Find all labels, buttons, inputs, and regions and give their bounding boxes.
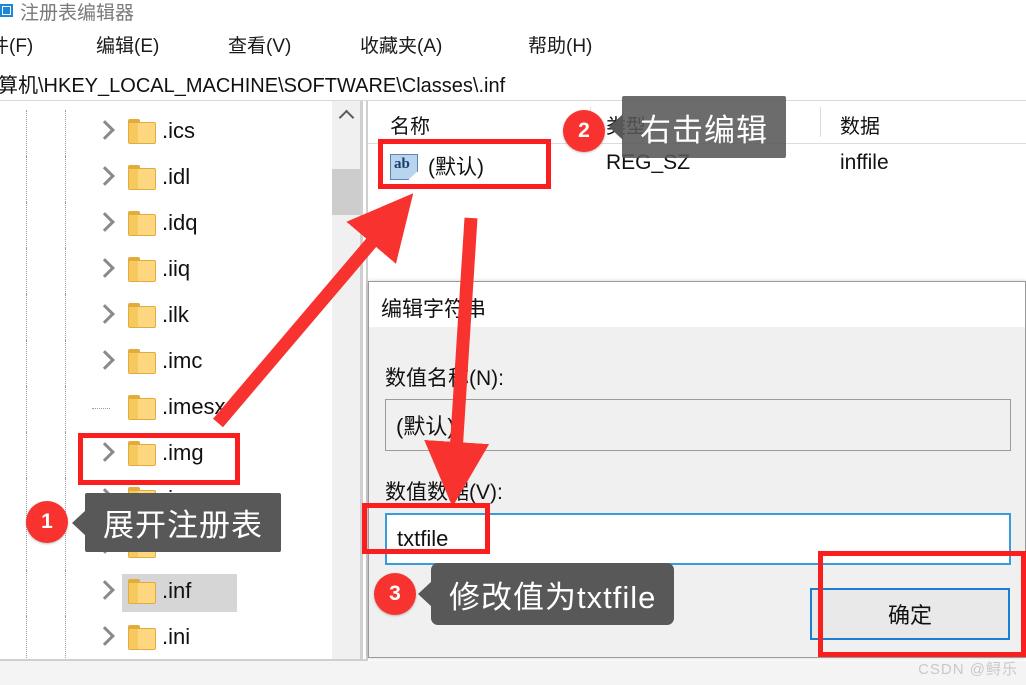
menu-favorites[interactable]: 收藏夹(A) [360, 31, 442, 58]
tree-guide-line [26, 294, 27, 340]
tree-item-label: .idq [162, 210, 198, 235]
tree-guide-line [65, 340, 66, 386]
tree-guide-line [65, 616, 66, 662]
folder-icon [128, 119, 156, 144]
chevron-right-icon[interactable] [95, 626, 115, 646]
tree-scrollbar[interactable] [332, 101, 360, 685]
folder-icon [128, 579, 156, 604]
column-header-name[interactable]: 名称 [390, 110, 430, 139]
cell-data: inffile [840, 151, 889, 174]
dialog-titlebar: 编辑字符串 [369, 282, 1025, 327]
tree-item-label: .idl [162, 164, 191, 189]
chevron-right-icon[interactable] [95, 350, 115, 370]
highlight-rect-value-data-input [362, 503, 490, 554]
tree-guide-line [26, 248, 27, 294]
tree-guide-line [26, 110, 27, 156]
tree-guide-line [26, 432, 27, 478]
folder-icon [128, 625, 156, 650]
highlight-rect-ok-button [818, 551, 1026, 657]
tree-item-label: .ini [162, 624, 191, 649]
tree-item-label: .ics [162, 118, 195, 143]
menu-help[interactable]: 帮助(H) [528, 31, 592, 58]
step-badge-1: 1 [26, 501, 68, 543]
step-badge-2: 2 [563, 110, 605, 152]
registry-tree-pane[interactable]: .ics.idl.idq.iiq.ilk.imc.imesx.img.in_.i… [0, 101, 330, 685]
folder-icon [128, 349, 156, 374]
tree-guide-line [65, 110, 66, 156]
tree-guide-line [26, 156, 27, 202]
tree-item-iiq[interactable]: .iiq [0, 248, 330, 294]
tree-leaf-connector [92, 408, 110, 409]
registry-editor-icon [0, 4, 13, 17]
menu-file[interactable]: 件(F) [0, 31, 33, 58]
step-callout-3-text: 修改值为txtfile [449, 579, 657, 615]
step-callout-3: 修改值为txtfile [418, 563, 675, 625]
tree-item-imc[interactable]: .imc [0, 340, 330, 386]
step-callout-2-text: 右击编辑 [640, 112, 768, 148]
step-badge-3: 3 [374, 573, 416, 615]
value-data-label: 数值数据(V): [385, 481, 503, 504]
tree-guide-line [65, 432, 66, 478]
pane-divider[interactable] [360, 101, 363, 685]
step-callout-1: 展开注册表 [72, 493, 281, 552]
registry-editor-window: 注册表编辑器 件(F) 编辑(E) 查看(V) 收藏夹(A) 帮助(H) 算机\… [0, 0, 1026, 685]
watermark: CSDN @鲟乐 [918, 661, 1018, 678]
tree-item-ilk[interactable]: .ilk [0, 294, 330, 340]
window-titlebar: 注册表编辑器 [0, 0, 1026, 24]
chevron-right-icon[interactable] [95, 304, 115, 324]
tree-guide-line [65, 248, 66, 294]
tree-guide-line [26, 570, 27, 616]
tree-guide-line [65, 570, 66, 616]
folder-icon [128, 395, 156, 420]
column-header-data[interactable]: 数据 [840, 110, 880, 139]
tree-item-label: .ilk [162, 302, 189, 327]
tree-guide-line [65, 386, 66, 432]
menu-edit[interactable]: 编辑(E) [96, 31, 159, 58]
scrollbar-thumb[interactable] [332, 169, 360, 215]
tree-guide-line [65, 202, 66, 248]
menubar: 件(F) 编辑(E) 查看(V) 收藏夹(A) 帮助(H) [0, 31, 1026, 64]
tree-item-label: .iiq [162, 256, 191, 281]
folder-icon [128, 257, 156, 282]
tree-item-inf[interactable]: .inf [0, 570, 330, 616]
address-bar[interactable]: 算机\HKEY_LOCAL_MACHINE\SOFTWARE\Classes\.… [0, 66, 1026, 101]
tree-guide-line [65, 156, 66, 202]
tree-item-label: .imc [162, 348, 203, 373]
tree-item-imesx[interactable]: .imesx [0, 386, 330, 432]
tree-guide-line [26, 386, 27, 432]
tree-item-label: .inf [162, 578, 192, 603]
highlight-rect-default-value-row [378, 139, 551, 189]
folder-icon [128, 211, 156, 236]
scroll-up-icon[interactable] [332, 101, 360, 127]
dialog-title: 编辑字符串 [381, 298, 486, 321]
tree-guide-line [26, 616, 27, 662]
folder-icon [128, 303, 156, 328]
chevron-right-icon[interactable] [95, 120, 115, 140]
tree-guide-line [26, 524, 27, 570]
menu-view[interactable]: 查看(V) [228, 31, 291, 58]
chevron-right-icon[interactable] [95, 166, 115, 186]
value-name-input[interactable] [385, 399, 1011, 451]
tree-item-ics[interactable]: .ics [0, 110, 330, 156]
tree-item-label: .imesx [162, 394, 226, 419]
tree-item-idq[interactable]: .idq [0, 202, 330, 248]
chevron-right-icon[interactable] [95, 580, 115, 600]
tree-item-idl[interactable]: .idl [0, 156, 330, 202]
window-title: 注册表编辑器 [20, 3, 135, 24]
chevron-right-icon[interactable] [95, 212, 115, 232]
step-callout-2: 右击编辑 [609, 96, 786, 158]
folder-icon [128, 165, 156, 190]
tree-guide-line [26, 340, 27, 386]
tree-item-ini[interactable]: .ini [0, 616, 330, 662]
step-callout-1-text: 展开注册表 [103, 508, 263, 543]
chevron-right-icon[interactable] [95, 258, 115, 278]
value-name-label: 数值名称(N): [385, 367, 504, 390]
status-strip [0, 661, 1026, 685]
tree-guide-line [65, 294, 66, 340]
highlight-rect-inf-node [78, 433, 240, 485]
address-path: 算机\HKEY_LOCAL_MACHINE\SOFTWARE\Classes\.… [0, 75, 506, 97]
tree-guide-line [26, 202, 27, 248]
